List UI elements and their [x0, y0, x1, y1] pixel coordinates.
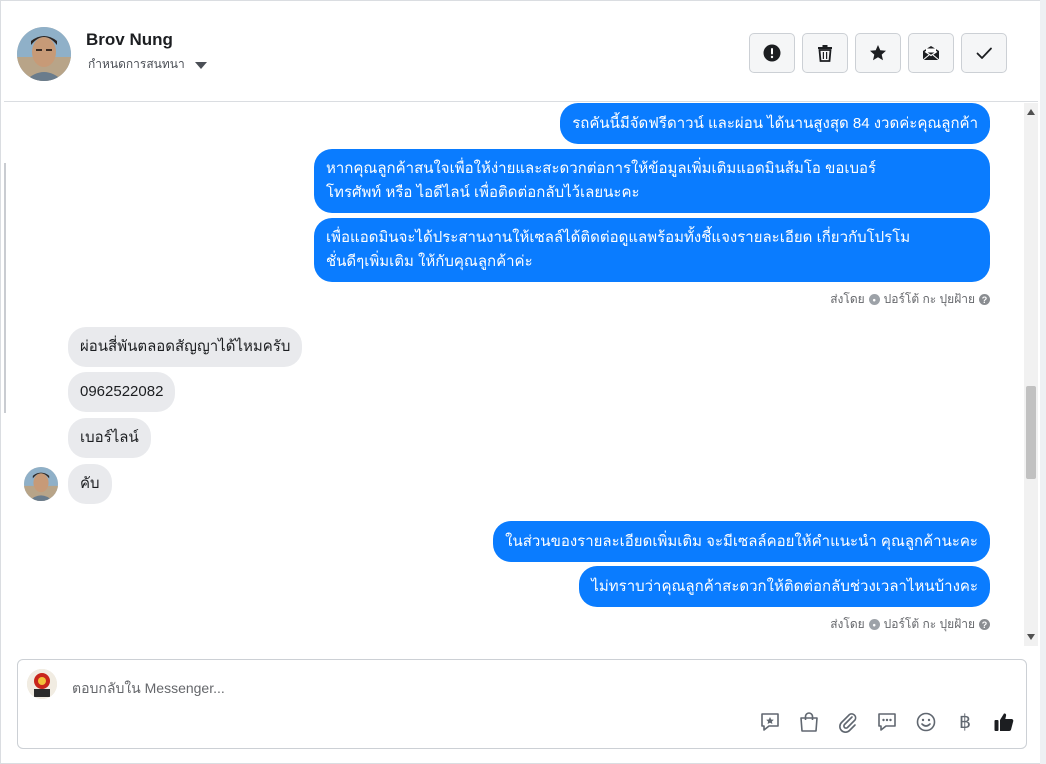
- mark-done-button[interactable]: [961, 33, 1007, 73]
- shop-bag-icon: [800, 712, 818, 732]
- help-icon[interactable]: ?: [979, 294, 990, 305]
- sent-by-label: ส่งโดย: [830, 617, 865, 631]
- sender-name[interactable]: ปอร์โต้ กะ ปุยฝ้าย: [884, 290, 975, 309]
- delete-button[interactable]: [802, 33, 848, 73]
- message-text: ชั่นดีๆเพิ่มเติม ให้กับคุณลูกค้าค่ะ: [326, 253, 533, 270]
- exclamation-icon: [763, 44, 781, 62]
- emoji-icon: [916, 712, 936, 732]
- message-text: ในส่วนของรายละเอียดเพิ่มเติม จะมีเซลล์คอ…: [505, 533, 978, 550]
- trash-icon: [818, 45, 832, 62]
- reply-composer: ฿: [17, 659, 1027, 749]
- sender-name[interactable]: ปอร์โต้ กะ ปุยฝ้าย: [884, 615, 975, 634]
- outgoing-message[interactable]: ไม่ทราบว่าคุณลูกค้าสะดวกให้ติดต่อกลับช่ว…: [579, 566, 990, 607]
- message-text: เพื่อแอดมินจะได้ประสานงานให้เซลล์ได้ติดต…: [326, 229, 911, 246]
- thumbs-up-icon: [994, 713, 1014, 731]
- sent-by-info: ส่งโดย • ปอร์โต้ กะ ปุยฝ้าย ?: [830, 615, 990, 634]
- shop-button[interactable]: [798, 710, 820, 734]
- outgoing-message[interactable]: รถคันนี้มีจัดฟรีดาวน์ และผ่อน ได้นานสูงส…: [560, 103, 990, 144]
- star-icon: [870, 45, 886, 61]
- reply-input[interactable]: [72, 678, 972, 698]
- message-text: โทรศัพท์ หรือ ไอดีไลน์ เพื่อติดต่อกลับไว…: [326, 184, 640, 201]
- message-text: ผ่อนสี่พันตลอดสัญญาได้ไหมครับ: [80, 338, 291, 355]
- message-text: หากคุณลูกค้าสนใจเพื่อให้ง่ายและสะดวกต่อก…: [326, 160, 877, 177]
- message-thread[interactable]: รถคันนี้มีจัดฟรีดาวน์ และผ่อน ได้นานสูงส…: [4, 103, 1038, 646]
- assign-label: กำหนดการสนทนา: [88, 57, 185, 71]
- incoming-message[interactable]: 0962522082: [68, 372, 176, 412]
- sent-by-info: ส่งโดย • ปอร์โต้ กะ ปุยฝ้าย ?: [830, 290, 990, 309]
- scrollbar-thumb[interactable]: [1026, 386, 1036, 479]
- page-avatar: [27, 669, 57, 699]
- saved-reply-icon: [761, 713, 779, 731]
- contact-avatar-small[interactable]: [24, 467, 58, 501]
- scroll-up-arrow-icon[interactable]: [1027, 109, 1035, 115]
- incoming-message[interactable]: คับ: [68, 464, 112, 504]
- message-text: ไม่ทราบว่าคุณลูกค้าสะดวกให้ติดต่อกลับช่ว…: [591, 578, 978, 595]
- like-button[interactable]: [993, 710, 1015, 734]
- envelope-icon: [922, 46, 940, 61]
- attachment-icon: [839, 713, 857, 733]
- outgoing-message[interactable]: เพื่อแอดมินจะได้ประสานงานให้เซลล์ได้ติดต…: [314, 218, 990, 282]
- conversation-header: Brov Nung กำหนดการสนทนา: [4, 4, 1038, 102]
- thread-scrollbar[interactable]: [1024, 103, 1038, 646]
- message-text: คับ: [80, 475, 100, 492]
- thread-divider: [4, 163, 6, 413]
- attach-button[interactable]: [837, 710, 859, 734]
- help-icon[interactable]: ?: [979, 619, 990, 630]
- payment-button[interactable]: ฿: [954, 710, 976, 734]
- check-icon: [976, 47, 992, 59]
- contact-name[interactable]: Brov Nung: [86, 30, 173, 50]
- quick-reply-button[interactable]: [876, 710, 898, 734]
- saved-reply-button[interactable]: [759, 710, 781, 734]
- mark-unread-button[interactable]: [908, 33, 954, 73]
- outgoing-message[interactable]: ในส่วนของรายละเอียดเพิ่มเติม จะมีเซลล์คอ…: [493, 521, 990, 562]
- incoming-message[interactable]: เบอร์ไลน์: [68, 418, 151, 458]
- header-actions: [749, 33, 1007, 73]
- message-text: เบอร์ไลน์: [80, 429, 139, 446]
- caret-down-icon: [194, 62, 207, 69]
- outgoing-message[interactable]: หากคุณลูกค้าสนใจเพื่อให้ง่ายและสะดวกต่อก…: [314, 149, 990, 213]
- composer-tools: ฿: [759, 710, 1015, 734]
- window-edge: [1040, 0, 1046, 764]
- mark-spam-button[interactable]: [749, 33, 795, 73]
- star-button[interactable]: [855, 33, 901, 73]
- contact-avatar[interactable]: [17, 27, 71, 81]
- incoming-message[interactable]: ผ่อนสี่พันตลอดสัญญาได้ไหมครับ: [68, 327, 303, 367]
- chat-bubble-icon: [878, 713, 896, 731]
- emoji-button[interactable]: [915, 710, 937, 734]
- message-text: 0962522082: [80, 383, 164, 400]
- scroll-down-arrow-icon[interactable]: [1027, 634, 1035, 640]
- assign-conversation-dropdown[interactable]: กำหนดการสนทนา: [88, 55, 207, 74]
- message-text: รถคันนี้มีจัดฟรีดาวน์ และผ่อน ได้นานสูงส…: [572, 115, 978, 132]
- page-badge-icon: •: [868, 619, 880, 630]
- page-badge-icon: •: [868, 294, 880, 305]
- baht-icon: ฿: [958, 711, 972, 733]
- sent-by-label: ส่งโดย: [830, 292, 865, 306]
